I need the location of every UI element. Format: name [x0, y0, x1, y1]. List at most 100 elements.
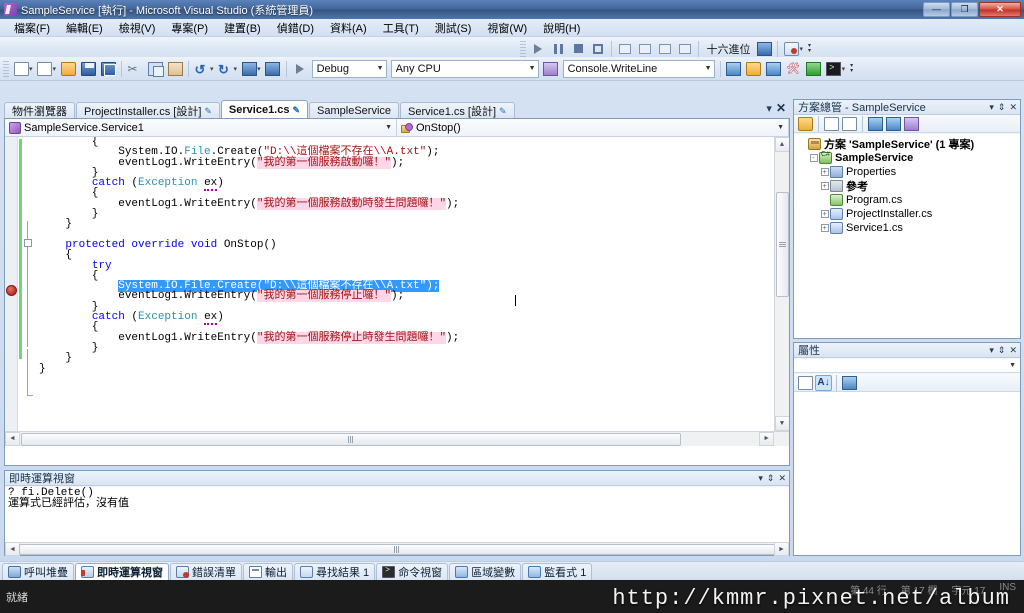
class-selector-combo[interactable]: SampleService.Service1 ▼ [5, 119, 397, 136]
outlining-margin[interactable] [23, 137, 37, 446]
scroll-down-button[interactable]: ▼ [774, 416, 789, 431]
view-designer-button[interactable] [885, 116, 902, 132]
panel-dropdown-button[interactable]: ▾ [989, 102, 994, 112]
scroll-right-button[interactable]: ► [759, 432, 774, 446]
redo-button[interactable]: ↻ [216, 59, 236, 78]
toolbar-overflow-button[interactable]: ▾ ▾ [850, 63, 853, 74]
step-into-button[interactable] [635, 39, 655, 58]
menu-item-data[interactable]: 資料(A) [322, 18, 375, 38]
menu-item-window[interactable]: 視窗(W) [479, 18, 535, 38]
tree-node[interactable]: + Service1.cs [797, 221, 1020, 235]
new-item-button[interactable] [35, 59, 55, 78]
doc-tab-service1-design[interactable]: Service1.cs [設計] ✎ [400, 102, 515, 118]
refresh-button[interactable] [841, 116, 858, 132]
solution-platform-combo[interactable]: Any CPU ▼ [390, 59, 539, 78]
hex-display-button[interactable]: 十六進位 [702, 41, 754, 57]
doc-tab-service1-cs[interactable]: Service1.cs ✎ [220, 100, 309, 118]
horizontal-scroll-thumb[interactable] [19, 543, 775, 555]
property-pages-button[interactable] [841, 375, 858, 391]
collapse-icon[interactable]: - [808, 153, 819, 164]
step-out-button[interactable] [675, 39, 695, 58]
close-document-button[interactable]: ✕ [776, 101, 786, 115]
editor-vertical-scrollbar[interactable]: ▲ ▼ [774, 137, 789, 431]
scroll-right-button[interactable]: ► [774, 542, 789, 556]
threads-button[interactable] [754, 39, 774, 58]
tree-node[interactable]: + 參考 [797, 179, 1020, 193]
toolbar-overflow-button[interactable]: ▾ ▾ [808, 43, 811, 54]
restart-button[interactable] [588, 39, 608, 58]
tree-node[interactable]: + Properties [797, 165, 1020, 179]
paste-button[interactable] [165, 59, 185, 78]
menu-item-help[interactable]: 說明(H) [535, 18, 588, 38]
solution-tree[interactable]: 方案 'SampleService' (1 專案)-SampleService+… [794, 134, 1020, 338]
properties-button[interactable] [797, 116, 814, 132]
copy-button[interactable] [145, 59, 165, 78]
tools-button[interactable]: 🛠 [784, 59, 804, 78]
doc-tab-object-browser[interactable]: 物件瀏覽器 [4, 102, 75, 118]
categorized-button[interactable] [797, 375, 814, 391]
show-all-files-button[interactable] [823, 116, 840, 132]
expand-icon[interactable]: + [819, 181, 830, 192]
bottom-tab-error-list[interactable]: 錯誤清單 [170, 562, 242, 580]
panel-close-button[interactable]: ✕ [778, 473, 786, 483]
command-window-button[interactable] [824, 59, 844, 78]
save-button[interactable] [78, 59, 98, 78]
panel-close-button[interactable]: ✕ [1009, 102, 1017, 112]
menu-item-view[interactable]: 檢視(V) [111, 18, 164, 38]
code-text-area[interactable]: { System.IO.File.Create("D:\\這個檔案不存在\\A.… [5, 137, 789, 446]
find-in-files-button[interactable] [744, 59, 764, 78]
navigate-backward-button[interactable] [239, 59, 259, 78]
bottom-tab-output[interactable]: 輸出 [243, 562, 293, 580]
close-button[interactable]: ✕ [979, 2, 1021, 17]
expand-icon[interactable]: + [819, 167, 830, 178]
menu-item-build[interactable]: 建置(B) [216, 18, 269, 38]
toolbar-grip[interactable] [520, 40, 527, 57]
stop-debugging-button[interactable] [568, 39, 588, 58]
panel-pin-button[interactable]: ⇕ [998, 345, 1006, 355]
scroll-up-button[interactable]: ▲ [774, 137, 789, 152]
view-code-button[interactable] [867, 116, 884, 132]
maximize-button[interactable]: ❐ [951, 2, 978, 17]
scroll-left-button[interactable]: ◄ [5, 432, 20, 446]
menu-item-test[interactable]: 測試(S) [427, 18, 480, 38]
doc-tab-sampleservice[interactable]: SampleService [309, 102, 400, 118]
toolbar-grip[interactable] [3, 60, 9, 77]
solution-configuration-combo[interactable]: Debug ▼ [311, 59, 387, 78]
bottom-tab-command-window[interactable]: 命令視窗 [376, 562, 449, 580]
tree-node[interactable]: Program.cs [797, 193, 1020, 207]
step-over-button[interactable] [655, 39, 675, 58]
menu-item-tools[interactable]: 工具(T) [375, 18, 427, 38]
navigate-forward-button[interactable] [263, 59, 283, 78]
horizontal-scroll-thumb[interactable] [21, 432, 681, 446]
immediate-window-output[interactable]: ? fi.Delete() 運算式已經評估，沒有值 [5, 487, 789, 542]
panel-dropdown-button[interactable]: ▾ [989, 345, 994, 355]
minimize-button[interactable]: — [923, 2, 950, 17]
new-project-button[interactable] [11, 59, 31, 78]
find-symbol-button[interactable] [764, 59, 784, 78]
scroll-left-button[interactable]: ◄ [5, 542, 20, 556]
start-debugging-button[interactable] [290, 59, 310, 78]
immediate-horizontal-scrollbar[interactable]: ◄ ► [5, 542, 789, 556]
expand-icon[interactable]: + [819, 223, 830, 234]
quick-find-button[interactable] [724, 59, 744, 78]
member-selector-combo[interactable]: OnStop() ▼ [397, 119, 789, 136]
doc-tab-projectinstaller-design[interactable]: ProjectInstaller.cs [設計] ✎ [76, 102, 220, 118]
continue-button[interactable] [528, 39, 548, 58]
menu-item-file[interactable]: 檔案(F) [6, 18, 58, 38]
editor-horizontal-scrollbar[interactable]: ◄ ► [5, 431, 789, 446]
break-all-button[interactable] [548, 39, 568, 58]
find-scope-button[interactable] [541, 59, 561, 78]
expand-icon[interactable]: + [819, 209, 830, 220]
open-file-button[interactable] [58, 59, 78, 78]
bottom-tab-immediate-window[interactable]: 即時運算視窗 [75, 562, 169, 580]
breakpoints-button[interactable] [781, 39, 801, 58]
tree-node[interactable]: + ProjectInstaller.cs [797, 207, 1020, 221]
find-combo[interactable]: Console.WriteLine ▼ [562, 59, 715, 78]
cut-button[interactable]: ✂ [125, 59, 145, 78]
properties-grid[interactable] [794, 392, 1020, 555]
tree-node[interactable]: 方案 'SampleService' (1 專案) [797, 137, 1020, 151]
class-view-button[interactable] [903, 116, 920, 132]
tab-list-dropdown-button[interactable]: ▾ [766, 102, 772, 115]
run-button[interactable] [804, 59, 824, 78]
menu-item-project[interactable]: 專案(P) [163, 18, 216, 38]
